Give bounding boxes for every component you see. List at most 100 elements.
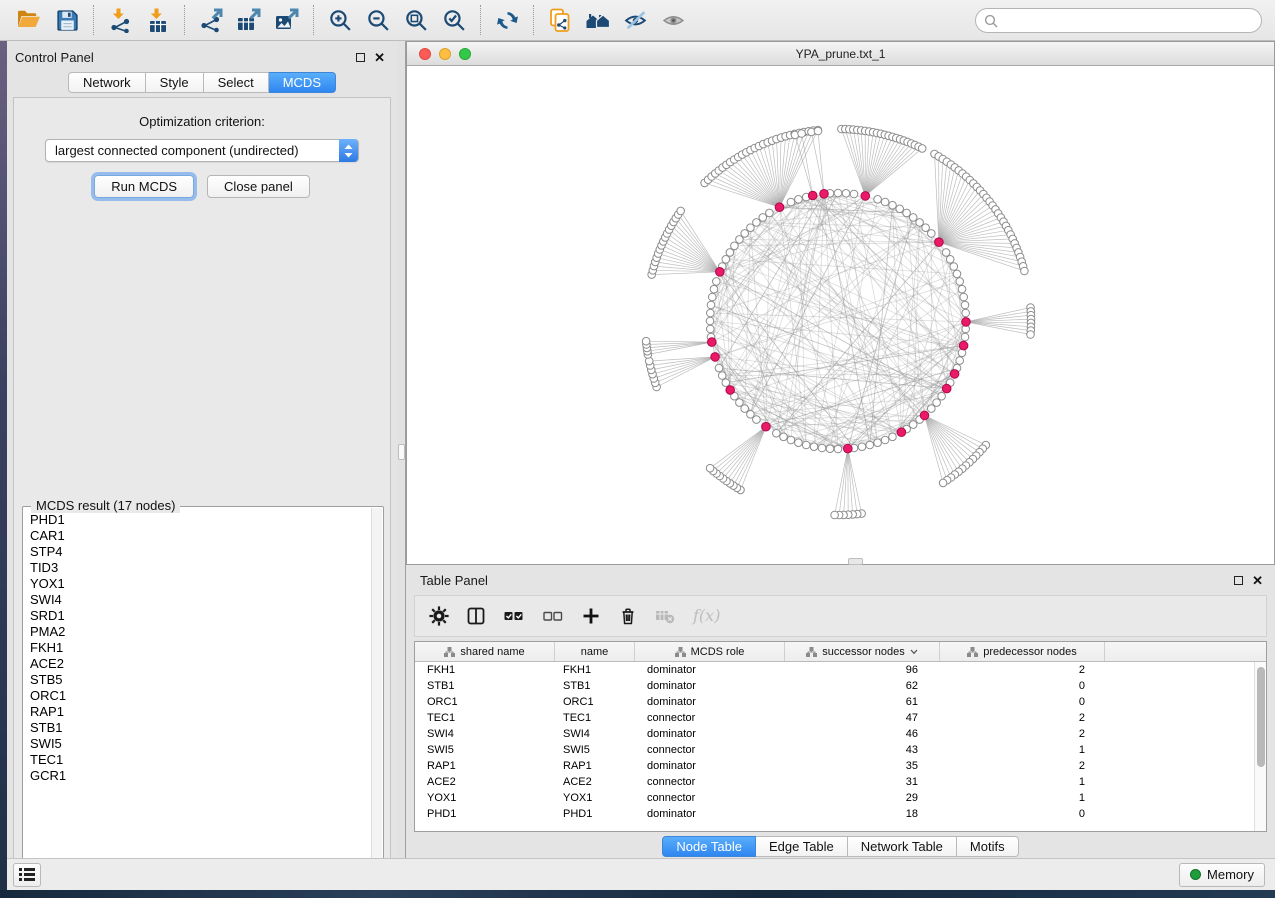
- graph-node[interactable]: [826, 445, 834, 453]
- float-panel-icon[interactable]: [356, 53, 365, 62]
- cell-successor-nodes[interactable]: 29: [785, 792, 940, 804]
- save-session-icon[interactable]: [52, 5, 82, 35]
- graph-node[interactable]: [718, 372, 726, 380]
- cell-name[interactable]: PHD1: [555, 808, 635, 820]
- deselect-all-icon[interactable]: [542, 606, 564, 626]
- cell-mcds-role[interactable]: dominator: [635, 760, 785, 772]
- mcds-result-item[interactable]: SRD1: [30, 608, 371, 624]
- mcds-result-item[interactable]: PHD1: [30, 512, 371, 528]
- graph-node[interactable]: [709, 293, 717, 301]
- graph-hub-node[interactable]: [942, 384, 951, 393]
- mcds-result-item[interactable]: ACE2: [30, 656, 371, 672]
- graph-node[interactable]: [909, 214, 917, 222]
- graph-node[interactable]: [814, 127, 822, 135]
- table-row[interactable]: TEC1TEC1connector472: [415, 710, 1254, 726]
- table-settings-icon[interactable]: [429, 606, 449, 626]
- column-header-shared-name[interactable]: shared name: [415, 642, 555, 661]
- cell-shared-name[interactable]: TEC1: [415, 712, 555, 724]
- close-panel-icon[interactable]: ✕: [374, 53, 385, 62]
- graph-hub-node[interactable]: [711, 353, 720, 362]
- graph-node[interactable]: [722, 256, 730, 264]
- graph-hub-node[interactable]: [844, 444, 853, 453]
- cell-shared-name[interactable]: PHD1: [415, 808, 555, 820]
- select-all-icon[interactable]: [503, 606, 525, 626]
- graph-node[interactable]: [858, 443, 866, 451]
- table-row[interactable]: ACE2ACE2connector311: [415, 774, 1254, 790]
- graph-edge[interactable]: [925, 415, 966, 465]
- graph-hub-node[interactable]: [962, 318, 971, 327]
- cell-successor-nodes[interactable]: 35: [785, 760, 940, 772]
- graph-node[interactable]: [731, 242, 739, 250]
- mcds-result-item[interactable]: RAP1: [30, 704, 371, 720]
- graph-node[interactable]: [1021, 267, 1029, 275]
- tab-edge-table[interactable]: Edge Table: [756, 836, 848, 857]
- horizontal-splitter-handle[interactable]: [848, 558, 863, 565]
- float-panel-icon[interactable]: [1234, 576, 1243, 585]
- graph-node[interactable]: [795, 439, 803, 447]
- graph-edge[interactable]: [966, 322, 1031, 335]
- graph-node[interactable]: [795, 196, 803, 204]
- delete-column-icon[interactable]: [618, 606, 638, 626]
- graph-node[interactable]: [958, 285, 966, 293]
- graph-edge[interactable]: [653, 357, 716, 374]
- graph-node[interactable]: [960, 293, 968, 301]
- graph-node[interactable]: [713, 278, 721, 286]
- mcds-result-item[interactable]: TID3: [30, 560, 371, 576]
- show-all-icon[interactable]: [659, 5, 689, 35]
- column-header-predecessor-nodes[interactable]: predecessor nodes: [940, 642, 1105, 661]
- first-neighbors-icon[interactable]: [583, 5, 613, 35]
- tab-node-table[interactable]: Node Table: [662, 836, 756, 857]
- graph-edge[interactable]: [726, 165, 779, 207]
- graph-node[interactable]: [942, 249, 950, 257]
- graph-edge[interactable]: [657, 357, 716, 387]
- cell-name[interactable]: SWI4: [555, 728, 635, 740]
- cell-name[interactable]: YOX1: [555, 792, 635, 804]
- graph-edge[interactable]: [925, 415, 963, 468]
- mcds-result-item[interactable]: STP4: [30, 544, 371, 560]
- tab-mcds[interactable]: MCDS: [269, 72, 336, 93]
- graph-edge[interactable]: [925, 415, 948, 480]
- mcds-result-item[interactable]: SWI5: [30, 736, 371, 752]
- graph-node[interactable]: [850, 190, 858, 198]
- graph-node[interactable]: [722, 379, 730, 387]
- graph-edge[interactable]: [717, 427, 766, 474]
- graph-node[interactable]: [773, 429, 781, 437]
- column-chooser-icon[interactable]: [466, 606, 486, 626]
- table-row[interactable]: RAP1RAP1dominator352: [415, 758, 1254, 774]
- cell-shared-name[interactable]: ACE2: [415, 776, 555, 788]
- graph-node[interactable]: [874, 439, 882, 447]
- graph-edge[interactable]: [802, 134, 813, 196]
- graph-node[interactable]: [710, 285, 718, 293]
- tab-style[interactable]: Style: [146, 72, 204, 93]
- mcds-result-item[interactable]: SWI4: [30, 592, 371, 608]
- graph-node[interactable]: [707, 309, 715, 317]
- graph-edge[interactable]: [939, 242, 1020, 257]
- graph-node[interactable]: [874, 196, 882, 204]
- graph-node[interactable]: [842, 190, 850, 198]
- memory-button[interactable]: Memory: [1179, 863, 1265, 887]
- refresh-view-icon[interactable]: [492, 5, 522, 35]
- graph-node[interactable]: [961, 301, 969, 309]
- graph-node[interactable]: [939, 479, 947, 487]
- import-table-icon[interactable]: [143, 5, 173, 35]
- graph-edge[interactable]: [848, 449, 857, 514]
- graph-node[interactable]: [881, 436, 889, 444]
- cell-shared-name[interactable]: ORC1: [415, 696, 555, 708]
- cell-successor-nodes[interactable]: 96: [785, 664, 940, 676]
- mcds-result-item[interactable]: STB5: [30, 672, 371, 688]
- vertical-splitter[interactable]: [397, 41, 406, 858]
- graph-hub-node[interactable]: [708, 338, 717, 347]
- cell-mcds-role[interactable]: dominator: [635, 808, 785, 820]
- graph-hub-node[interactable]: [950, 370, 959, 379]
- cell-mcds-role[interactable]: connector: [635, 712, 785, 724]
- optimization-criterion-select[interactable]: largest connected component (undirected): [45, 139, 359, 162]
- graph-hub-node[interactable]: [716, 268, 725, 277]
- cell-mcds-role[interactable]: dominator: [635, 680, 785, 692]
- cell-mcds-role[interactable]: connector: [635, 776, 785, 788]
- close-panel-button[interactable]: Close panel: [207, 175, 310, 198]
- graph-node[interactable]: [706, 464, 714, 472]
- cell-predecessor-nodes[interactable]: 2: [940, 728, 1105, 740]
- graph-hub-node[interactable]: [959, 341, 968, 350]
- cell-shared-name[interactable]: RAP1: [415, 760, 555, 772]
- graph-node[interactable]: [953, 270, 961, 278]
